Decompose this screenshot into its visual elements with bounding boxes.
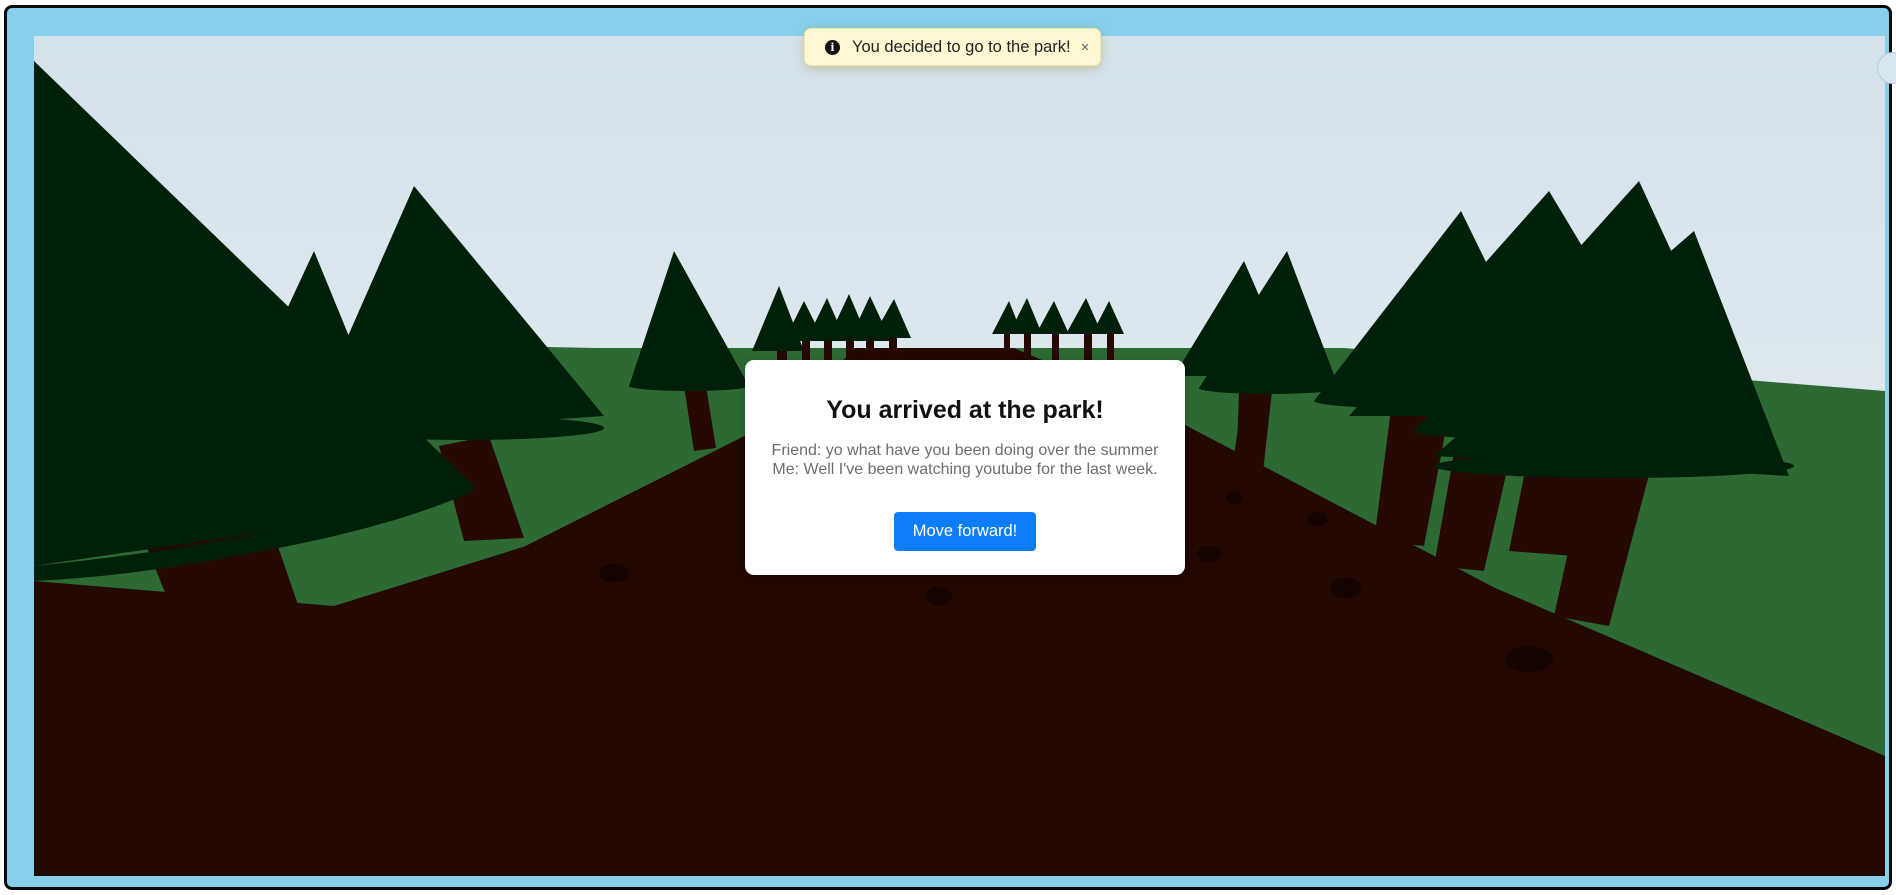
dialog-title: You arrived at the park! [826, 396, 1104, 424]
notification-toast: i You decided to go to the park! × [804, 28, 1101, 66]
arrival-dialog: You arrived at the park! Friend: yo what… [745, 360, 1185, 575]
move-forward-button[interactable]: Move forward! [894, 512, 1036, 551]
close-icon[interactable]: × [1081, 39, 1090, 56]
dialog-line-me: Me: Well I've been watching youtube for … [772, 461, 1158, 478]
info-icon: i [825, 39, 840, 55]
notification-message: You decided to go to the park! [852, 37, 1071, 56]
dialog-line-friend: Friend: yo what have you been doing over… [771, 442, 1159, 459]
dialog-body: Friend: yo what have you been doing over… [745, 441, 1185, 479]
